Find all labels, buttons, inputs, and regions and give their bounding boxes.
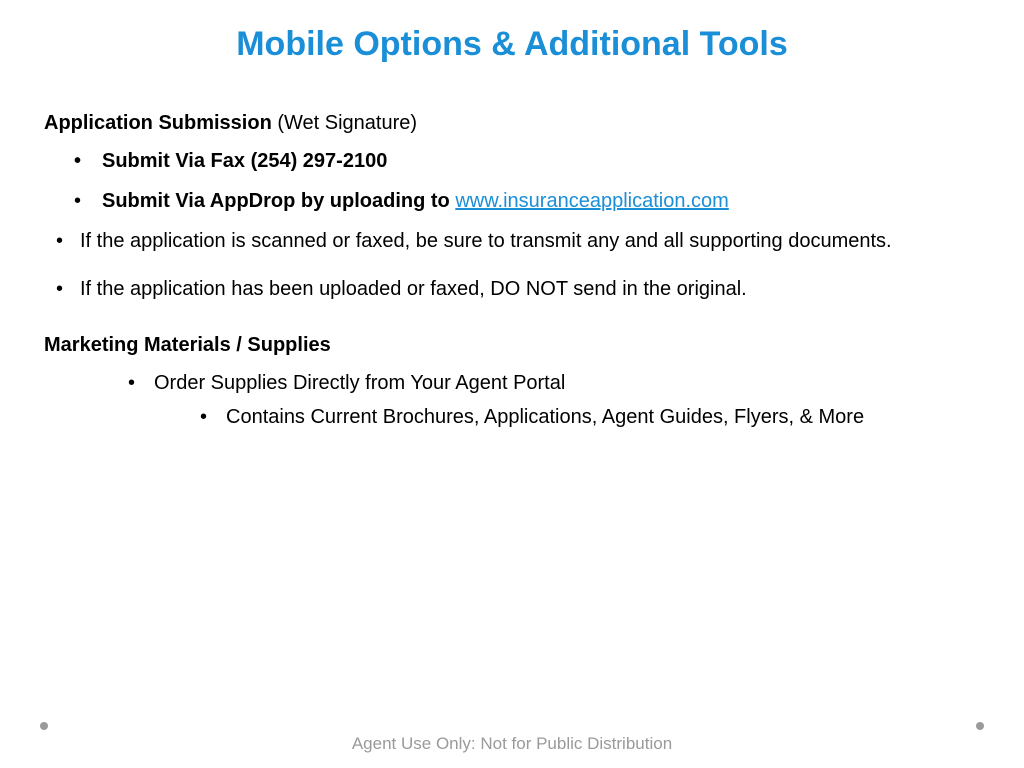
list-item: Submit Via Fax (254) 297-2100: [74, 144, 980, 178]
decorative-dot-left: [40, 722, 48, 730]
section2-item-text: Order Supplies Directly from Your Agent …: [154, 372, 565, 394]
list-item: Contains Current Brochures, Applications…: [200, 400, 980, 434]
insurance-application-link[interactable]: www.insuranceapplication.com: [455, 190, 728, 212]
section1-heading-rest: (Wet Signature): [272, 112, 417, 134]
list-item: If the application has been uploaded or …: [56, 272, 980, 306]
footer-disclaimer: Agent Use Only: Not for Public Distribut…: [0, 734, 1024, 754]
submit-appdrop-text: Submit Via AppDrop by uploading to: [102, 190, 455, 212]
page-title: Mobile Options & Additional Tools: [0, 0, 1024, 76]
list-item: Submit Via AppDrop by uploading to www.i…: [74, 184, 980, 218]
section1-heading-bold: Application Submission: [44, 112, 272, 134]
section2-heading: Marketing Materials / Supplies: [44, 328, 980, 362]
list-item: If the application is scanned or faxed, …: [56, 224, 980, 258]
list-item: Order Supplies Directly from Your Agent …: [128, 366, 980, 434]
decorative-dot-right: [976, 722, 984, 730]
section2-sublist: Contains Current Brochures, Applications…: [154, 400, 980, 434]
section1-heading: Application Submission (Wet Signature): [44, 106, 980, 140]
section2-list: Order Supplies Directly from Your Agent …: [44, 366, 980, 434]
section1-notes: If the application is scanned or faxed, …: [44, 224, 980, 306]
section1-submit-methods: Submit Via Fax (254) 297-2100 Submit Via…: [44, 144, 980, 218]
content-body: Application Submission (Wet Signature) S…: [0, 76, 1024, 434]
